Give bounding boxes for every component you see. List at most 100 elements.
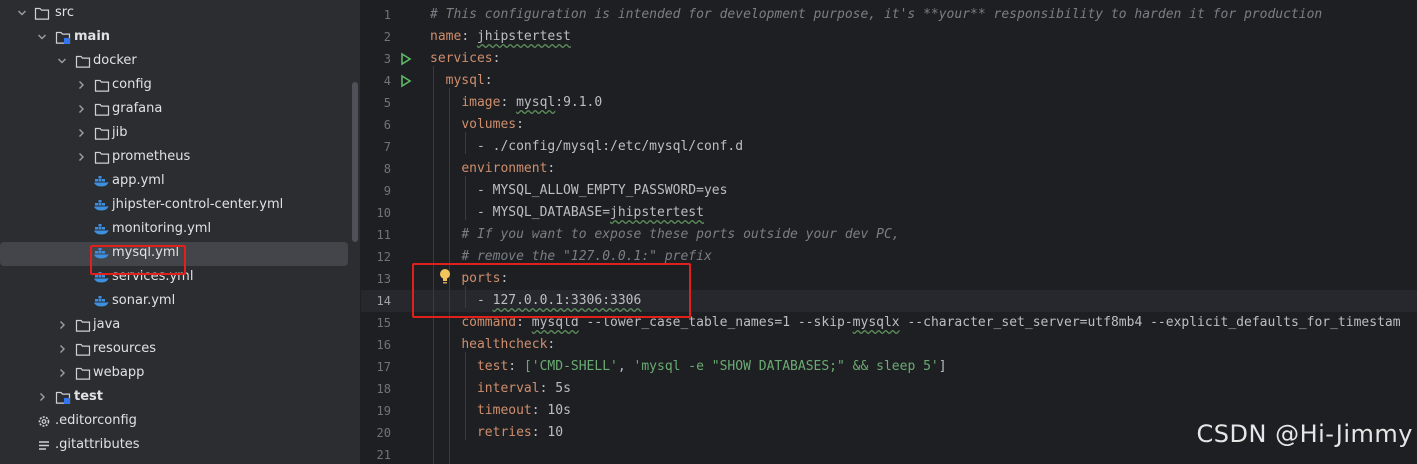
yaml-value: mysql [516, 95, 556, 110]
line-number: 21 [376, 448, 391, 462]
tree-item-label: monitoring.yml [112, 221, 212, 236]
tree-item-label: resources [93, 341, 157, 356]
tree-item[interactable]: mysql.yml [0, 242, 348, 266]
folder-icon [75, 366, 91, 381]
tree-item-label: .gitattributes [55, 437, 140, 452]
code-line-2: name: jhipstertest [430, 29, 571, 44]
tree-item[interactable]: grafana [0, 98, 348, 122]
line-number: 17 [376, 360, 391, 374]
yaml-value: - ./config/mysql:/etc/mysql/conf.d [476, 139, 744, 154]
comment-text: # If you want to expose these ports outs… [461, 227, 900, 242]
line-number: 9 [383, 184, 391, 198]
tree-item[interactable]: monitoring.yml [0, 218, 348, 242]
line-number: 4 [383, 74, 391, 88]
chevron-right-icon[interactable] [56, 318, 68, 332]
code-line-18: interval: 5s [476, 381, 571, 396]
yaml-punct: , [617, 359, 634, 374]
code-area[interactable]: # This configuration is intended for dev… [430, 0, 1417, 464]
line-number: 8 [383, 162, 391, 176]
tree-item[interactable]: jhipster-control-center.yml [0, 194, 348, 218]
line-number: 2 [383, 30, 391, 44]
yaml-key: mysql [445, 73, 485, 88]
docker-icon [93, 174, 109, 189]
tree-item[interactable]: webapp [0, 362, 348, 386]
tree-item-label: test [74, 389, 103, 404]
folder-icon [94, 126, 110, 141]
tree-item[interactable]: test [0, 386, 348, 410]
tree-item[interactable]: prometheus [0, 146, 348, 170]
folder-icon [34, 6, 50, 21]
tree-item[interactable]: config [0, 74, 348, 98]
tree-item[interactable]: sonar.yml [0, 290, 348, 314]
yaml-value: - [476, 293, 493, 308]
chevron-right-icon[interactable] [75, 78, 87, 92]
tree-item-label: webapp [93, 365, 145, 380]
chevron-right-icon[interactable] [56, 366, 68, 380]
tree-item-label: config [112, 77, 152, 92]
chevron-right-icon[interactable] [36, 390, 48, 404]
comment-text: # remove the "127.0.0.1:" prefix [461, 249, 712, 264]
folder-icon [94, 78, 110, 93]
tree-item[interactable]: jib [0, 122, 348, 146]
run-services-icon[interactable] [399, 52, 413, 66]
code-line-1: # This configuration is intended for dev… [430, 7, 1323, 22]
yaml-key: image [461, 95, 501, 110]
tree-item[interactable]: .gitattributes [0, 434, 348, 458]
code-line-19: timeout: 10s [476, 403, 571, 418]
code-editor[interactable]: 1 2 3 4 5 6 7 8 9 10 11 12 13 14 15 16 17 18 19 20 21 # This… [361, 0, 1417, 464]
line-number: 11 [376, 228, 391, 242]
chevron-right-icon[interactable] [75, 102, 87, 116]
folder-icon [94, 102, 110, 117]
line-number: 7 [383, 140, 391, 154]
yaml-value: 10s [547, 403, 571, 418]
line-number: 6 [383, 118, 391, 132]
gutter: 1 2 3 4 5 6 7 8 9 10 11 12 13 14 15 16 17 18 19 20 21 [361, 0, 426, 464]
yaml-key: test [476, 359, 509, 374]
chevron-down-icon[interactable] [16, 6, 28, 20]
line-number: 12 [376, 250, 391, 264]
tree-item-label: java [93, 317, 121, 332]
tree-item-label: docker [93, 53, 137, 68]
folder-icon [75, 54, 91, 69]
line-number: 15 [376, 316, 391, 330]
text-file-icon [36, 438, 52, 453]
chevron-right-icon[interactable] [75, 150, 87, 164]
yaml-value: --character_set_server=utf8mb4 --explici… [899, 315, 1401, 330]
line-number: 18 [376, 382, 391, 396]
tree-item[interactable]: java [0, 314, 348, 338]
docker-icon [93, 270, 109, 285]
code-line-20: retries: 10 [476, 425, 564, 440]
tree-item[interactable]: docker [0, 50, 348, 74]
tree-item[interactable]: resources [0, 338, 348, 362]
lightbulb-icon[interactable] [439, 268, 451, 286]
line-number: 5 [383, 96, 391, 110]
tree-item[interactable]: app.yml [0, 170, 348, 194]
folder-icon [75, 318, 91, 333]
tree-item[interactable]: src [0, 2, 348, 26]
chevron-down-icon[interactable] [56, 54, 68, 68]
tree-item-label: mysql.yml [112, 245, 180, 260]
yaml-value: jhipstertest [476, 29, 571, 44]
tree-scrollbar[interactable] [352, 82, 358, 242]
chevron-down-icon[interactable] [36, 30, 48, 44]
run-mysql-icon[interactable] [399, 74, 413, 88]
tree-item-label: app.yml [112, 173, 165, 188]
line-number: 1 [383, 8, 391, 22]
yaml-key: ports [461, 271, 501, 286]
code-line-8: environment: [461, 161, 556, 176]
chevron-right-icon[interactable] [75, 126, 87, 140]
tree-item[interactable]: .editorconfig [0, 410, 348, 434]
yaml-value: 127.0.0.1:3306:3306 [492, 293, 642, 308]
chevron-right-icon[interactable] [56, 342, 68, 356]
line-number: 14 [376, 294, 391, 308]
tree-item[interactable]: services.yml [0, 266, 348, 290]
tree-item[interactable]: main [0, 26, 348, 50]
yaml-string: ['CMD-SHELL' [523, 359, 618, 374]
code-line-11: # If you want to expose these ports outs… [430, 224, 900, 246]
line-number: 10 [376, 206, 391, 220]
yaml-value: :9.1.0 [555, 95, 603, 110]
yaml-value: mysqld [531, 315, 579, 330]
tree-item-label: jhipster-control-center.yml [112, 197, 284, 212]
yaml-value: - MYSQL_ALLOW_EMPTY_PASSWORD=yes [476, 183, 728, 198]
code-line-7: - ./config/mysql:/etc/mysql/conf.d [430, 136, 743, 158]
